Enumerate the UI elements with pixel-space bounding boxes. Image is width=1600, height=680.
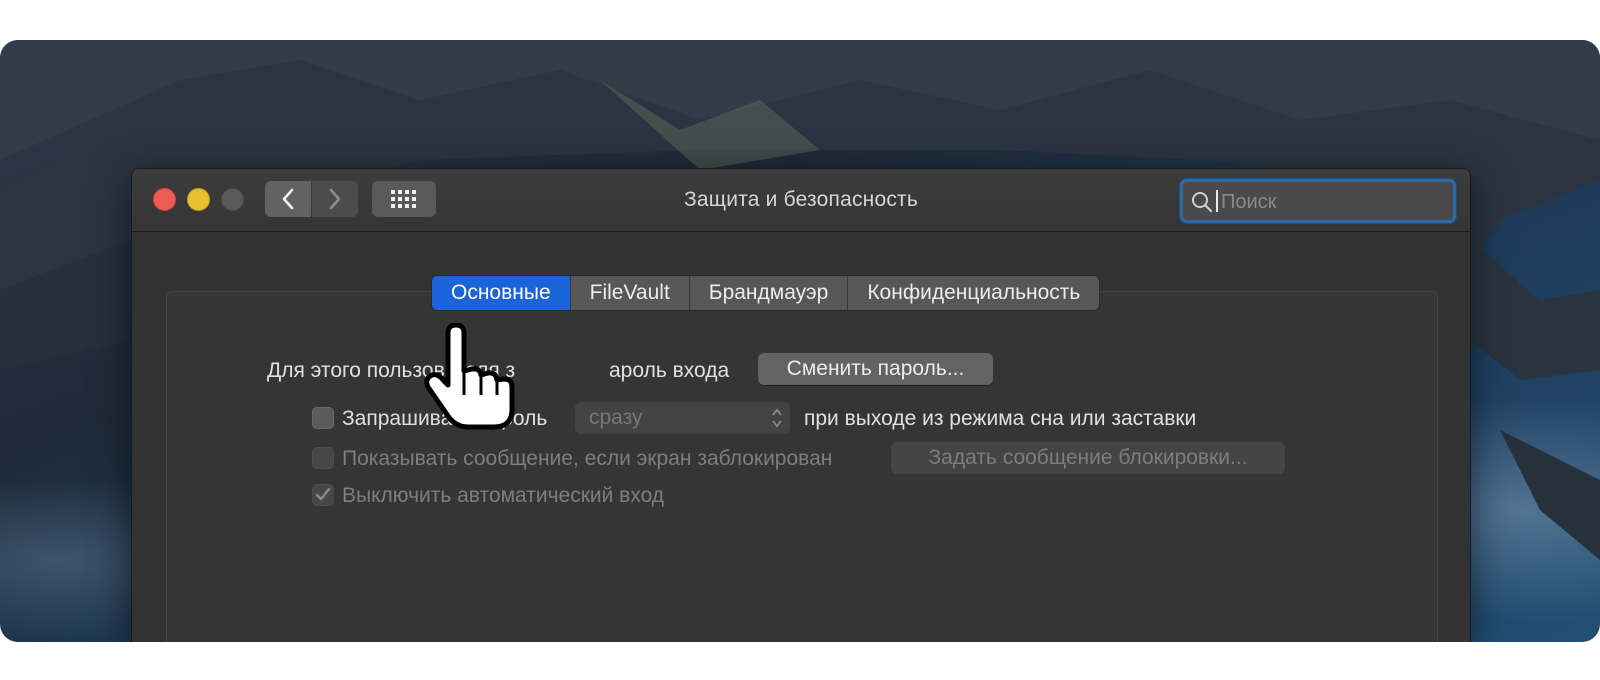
- search-input[interactable]: [1219, 182, 1443, 222]
- system-preferences-window: Защита и безопасность Основные FileVault…: [131, 168, 1471, 642]
- desktop-background: Защита и безопасность Основные FileVault…: [0, 40, 1600, 642]
- delay-selected-value: сразу: [589, 406, 643, 429]
- disable-auto-login-label: Выключить автоматический вход: [342, 484, 665, 507]
- updown-arrows-icon: [772, 408, 782, 428]
- set-lock-message-button[interactable]: Задать сообщение блокировки...: [891, 442, 1285, 474]
- tab-firewall[interactable]: Брандмауэр: [690, 276, 849, 310]
- show-message-label: Показывать сообщение, если экран заблоки…: [342, 447, 833, 470]
- checkmark-icon: [315, 487, 331, 501]
- hand-pointer-icon: [424, 323, 515, 430]
- tab-privacy[interactable]: Конфиденциальность: [848, 276, 1099, 310]
- password-status-label-tail: ароль входа: [609, 359, 730, 382]
- text-caret: [1216, 190, 1218, 212]
- require-password-delay-select[interactable]: сразу: [575, 402, 790, 434]
- tab-general[interactable]: Основные: [432, 276, 571, 310]
- change-password-button[interactable]: Сменить пароль...: [758, 353, 993, 385]
- show-message-checkbox[interactable]: [312, 447, 334, 469]
- disable-auto-login-checkbox[interactable]: [312, 484, 334, 506]
- search-icon: [1192, 192, 1213, 213]
- tab-bar: Основные FileVault Брандмауэр Конфиденци…: [431, 275, 1101, 311]
- tab-filevault[interactable]: FileVault: [571, 276, 690, 310]
- require-password-checkbox[interactable]: [312, 407, 334, 429]
- title-bar: Защита и безопасность: [132, 169, 1470, 232]
- search-field[interactable]: [1180, 179, 1456, 223]
- require-password-suffix: при выходе из режима сна или заставки: [804, 407, 1197, 430]
